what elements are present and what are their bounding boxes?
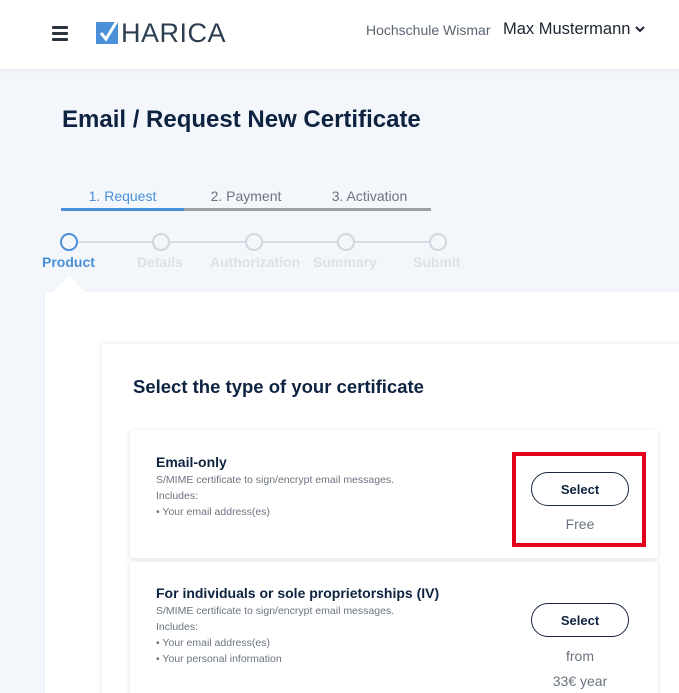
organization-name: Hochschule Wismar bbox=[366, 22, 491, 38]
card-include-item: • Your email address(es) bbox=[156, 637, 270, 649]
wizard-label-submit: Submit bbox=[413, 254, 461, 270]
wizard-node-authorization bbox=[245, 233, 263, 251]
step-progress-inactive bbox=[184, 208, 431, 211]
card-description: S/MIME certificate to sign/encrypt email… bbox=[156, 605, 395, 617]
step-request: 1. Request bbox=[88, 188, 157, 204]
user-name: Max Mustermann bbox=[503, 20, 631, 38]
card-includes-label: Includes: bbox=[156, 490, 199, 502]
wizard-progress: Product Details Authorization Summary Su… bbox=[40, 232, 480, 272]
harica-logo[interactable]: HARICA bbox=[96, 19, 226, 47]
chevron-down-icon bbox=[635, 26, 646, 33]
wizard-node-submit bbox=[429, 233, 447, 251]
wizard-label-product: Product bbox=[42, 254, 95, 270]
logo-text: HARICA bbox=[121, 17, 227, 48]
card-include-item: • Your personal information bbox=[156, 653, 282, 665]
step-activation: 3. Activation bbox=[331, 188, 408, 204]
price-prefix: from bbox=[566, 648, 594, 664]
select-individual-button[interactable]: Select bbox=[531, 603, 629, 637]
wizard-node-product bbox=[60, 233, 78, 251]
card-title: Email-only bbox=[156, 454, 227, 470]
price-amount: 33€ year bbox=[552, 673, 608, 689]
card-include-item: • Your email address(es) bbox=[156, 506, 270, 518]
highlight-box bbox=[512, 452, 646, 547]
card-description: S/MIME certificate to sign/encrypt email… bbox=[156, 474, 395, 486]
wizard-label-authorization: Authorization bbox=[210, 254, 301, 270]
card-includes-label: Includes: bbox=[156, 621, 199, 633]
top-bar: HARICA Hochschule Wismar Max Mustermann bbox=[0, 0, 679, 69]
card-title: For individuals or sole proprietorships … bbox=[156, 585, 440, 601]
certificate-option-individual: For individuals or sole proprietorships … bbox=[130, 562, 658, 693]
wizard-node-summary bbox=[337, 233, 355, 251]
check-icon bbox=[96, 20, 119, 44]
section-title: Select the type of your certificate bbox=[133, 376, 424, 397]
hamburger-menu-icon[interactable] bbox=[52, 26, 68, 41]
user-menu[interactable]: Max Mustermann bbox=[503, 20, 646, 39]
wizard-node-details bbox=[152, 233, 170, 251]
wizard-label-summary: Summary bbox=[313, 254, 377, 270]
page-title: Email / Request New Certificate bbox=[62, 106, 421, 133]
wizard-label-details: Details bbox=[137, 254, 183, 270]
step-payment: 2. Payment bbox=[210, 188, 282, 204]
step-progress-active bbox=[61, 208, 184, 211]
process-steps: 1. Request 2. Payment 3. Activation bbox=[61, 188, 431, 212]
